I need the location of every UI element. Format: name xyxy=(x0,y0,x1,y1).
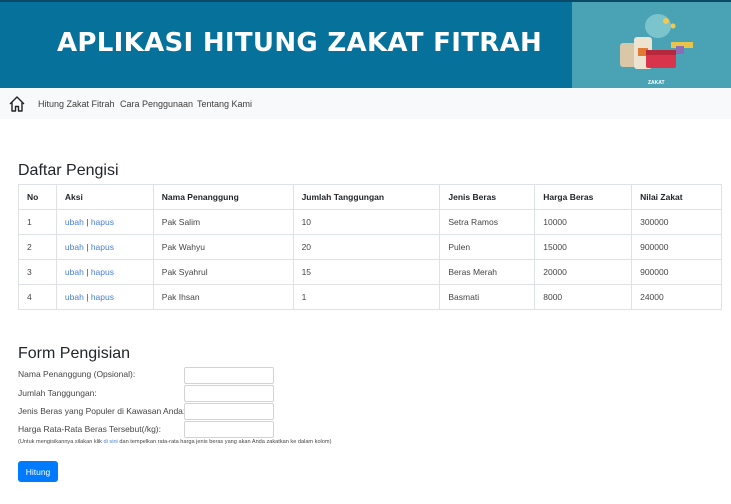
edit-link[interactable]: ubah xyxy=(65,217,84,227)
table-row: 2 ubah | hapus Pak Wahyu 20 Pulen 15000 … xyxy=(18,234,722,260)
jumlah-tanggungan-input[interactable] xyxy=(184,385,274,402)
harga-beras-input[interactable] xyxy=(184,421,274,438)
column-header-nilai: Nilai Zakat xyxy=(631,184,722,210)
cell-nilai: 300000 xyxy=(631,209,722,235)
cell-no: 3 xyxy=(18,259,57,285)
help-note-text-after: dan tempelkan rata-rata harga jenis bera… xyxy=(117,439,332,445)
zakat-image-caption: ZAKAT xyxy=(648,80,665,86)
cell-jenis: Beras Merah xyxy=(439,259,536,285)
cell-no: 2 xyxy=(18,234,57,260)
table-header-row: No Aksi Nama Penanggung Jumlah Tanggunga… xyxy=(18,184,722,210)
nav-link-hitung-zakat[interactable]: Hitung Zakat Fitrah xyxy=(38,99,115,109)
cell-nama: Pak Salim xyxy=(152,209,294,235)
table-row: 1 ubah | hapus Pak Salim 10 Setra Ramos … xyxy=(18,209,722,235)
nav-link-cara-penggunaan[interactable]: Cara Penggunaan xyxy=(120,99,193,109)
help-note-link[interactable]: di sini xyxy=(104,439,118,445)
column-header-no: No xyxy=(18,184,57,210)
zakat-illustration: ZAKAT xyxy=(572,2,731,90)
field-label-jenis: Jenis Beras yang Populer di Kawasan Anda… xyxy=(18,406,186,416)
field-label-nama: Nama Penanggung (Opsional): xyxy=(18,369,136,379)
cell-harga: 8000 xyxy=(534,284,633,310)
home-icon[interactable] xyxy=(8,95,26,113)
cell-nama: Pak Syahrul xyxy=(152,259,294,285)
cell-jenis: Basmati xyxy=(439,284,536,310)
field-label-jumlah: Jumlah Tanggungan: xyxy=(18,388,97,398)
nav-link-tentang-kami[interactable]: Tentang Kami xyxy=(197,99,252,109)
cell-nama: Pak Wahyu xyxy=(152,234,294,260)
cell-jumlah: 1 xyxy=(292,284,441,310)
cell-actions: ubah | hapus xyxy=(55,284,154,310)
table-row: 3 ubah | hapus Pak Syahrul 15 Beras Mera… xyxy=(18,259,722,285)
app-title: APLIKASI HITUNG ZAKAT FITRAH xyxy=(57,28,543,58)
delete-link[interactable]: hapus xyxy=(91,217,114,227)
cell-no: 1 xyxy=(18,209,57,235)
cell-nilai: 900000 xyxy=(631,259,722,285)
delete-link[interactable]: hapus xyxy=(91,292,114,302)
list-title: Daftar Pengisi xyxy=(18,162,119,179)
action-separator: | xyxy=(86,292,89,302)
column-header-nama: Nama Penanggung xyxy=(152,184,294,210)
cell-actions: ubah | hapus xyxy=(55,259,154,285)
cell-jenis: Pulen xyxy=(439,234,536,260)
help-note-text-before: (Untuk mengisikannya silakan klik xyxy=(18,439,104,445)
table-row: 4 ubah | hapus Pak Ihsan 1 Basmati 8000 … xyxy=(18,284,722,310)
help-note: (Untuk mengisikannya silakan klik di sin… xyxy=(18,439,331,445)
cell-nilai: 24000 xyxy=(631,284,722,310)
action-separator: | xyxy=(86,217,89,227)
header-banner: APLIKASI HITUNG ZAKAT FITRAH ZAKAT xyxy=(0,0,731,90)
edit-link[interactable]: ubah xyxy=(65,292,84,302)
cell-jumlah: 20 xyxy=(292,234,441,260)
cell-harga: 20000 xyxy=(534,259,633,285)
hitung-button[interactable]: Hitung xyxy=(18,461,58,482)
cell-actions: ubah | hapus xyxy=(55,234,154,260)
edit-link[interactable]: ubah xyxy=(65,267,84,277)
cell-jenis: Setra Ramos xyxy=(439,209,536,235)
delete-link[interactable]: hapus xyxy=(91,242,114,252)
delete-link[interactable]: hapus xyxy=(91,267,114,277)
nama-penanggung-input[interactable] xyxy=(184,367,274,384)
action-separator: | xyxy=(86,267,89,277)
column-header-harga: Harga Beras xyxy=(534,184,633,210)
cell-jumlah: 10 xyxy=(292,209,441,235)
field-label-harga: Harga Rata-Rata Beras Tersebut(/kg): xyxy=(18,424,161,434)
jenis-beras-input[interactable] xyxy=(184,403,274,420)
filler-table: No Aksi Nama Penanggung Jumlah Tanggunga… xyxy=(18,184,722,310)
cell-actions: ubah | hapus xyxy=(55,209,154,235)
cell-nilai: 900000 xyxy=(631,234,722,260)
column-header-jumlah: Jumlah Tanggungan xyxy=(292,184,441,210)
column-header-jenis: Jenis Beras xyxy=(439,184,536,210)
edit-link[interactable]: ubah xyxy=(65,242,84,252)
form-title: Form Pengisian xyxy=(18,345,131,362)
cell-harga: 15000 xyxy=(534,234,633,260)
zakat-illustration-icon xyxy=(620,14,693,69)
cell-nama: Pak Ihsan xyxy=(152,284,294,310)
column-header-aksi: Aksi xyxy=(55,184,154,210)
cell-jumlah: 15 xyxy=(292,259,441,285)
action-separator: | xyxy=(86,242,89,252)
cell-harga: 10000 xyxy=(534,209,633,235)
cell-no: 4 xyxy=(18,284,57,310)
